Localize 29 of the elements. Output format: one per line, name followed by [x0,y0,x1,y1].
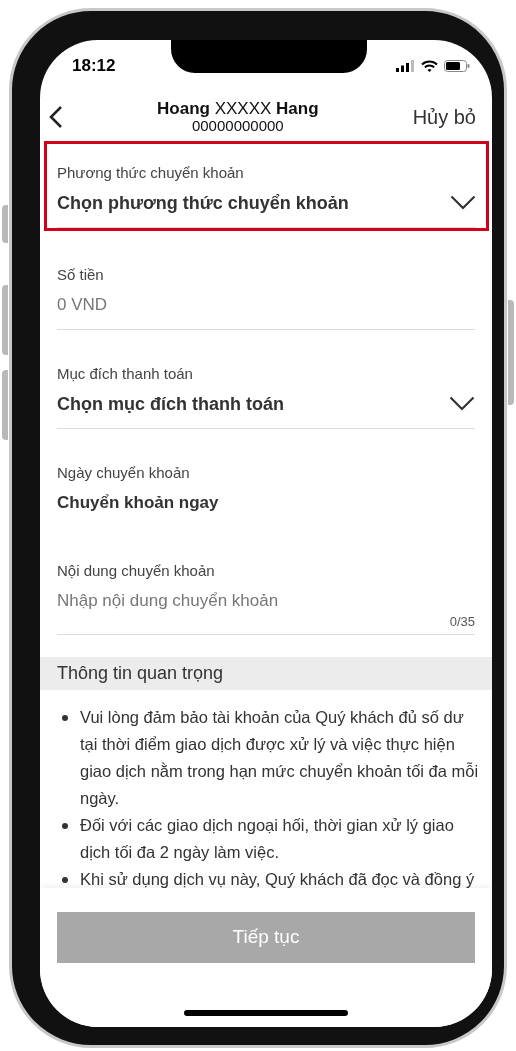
field-label: Nội dung chuyển khoản [57,562,216,580]
select-value[interactable]: Chọn phương thức chuyển khoản [57,191,349,215]
status-time: 18:12 [72,55,116,78]
cancel-button[interactable]: Hủy bỏ [412,101,476,132]
dropdown-chevron-icon [449,396,475,412]
battery-icon [444,60,470,72]
info-text: Khi sử dụng dịch vụ này, Quý khách đã đọc và đồng ý [80,869,475,888]
bullet-icon [62,823,68,829]
back-icon[interactable] [49,104,63,129]
wifi-icon [421,60,438,72]
info-text: Đối với các giao dịch ngoại hối, thời gian xử lý giao dịch tối đa 2 ngày làm việc. [80,815,455,863]
account-number: 00000000000 [191,118,284,134]
dropdown-chevron-icon [450,195,476,211]
recipient-name: Hoang XXXXX Hang [157,99,319,118]
message-field[interactable]: Nhập nội dung chuyển khoản [57,589,475,613]
bullet-icon [62,715,68,721]
field-label: Số tiền [57,266,105,284]
signal-icon [396,60,415,72]
section-title: Thông tin quan trọng [57,662,224,685]
continue-button: Tiếp tục [57,912,475,963]
info-text: Vui lòng đảm bảo tài khoản của Quý khách đủ số dư tại thời điểm giao dịch được xử lý và việc thực hiện giao dịch nằm trong hạn mức chuyển khoản tối đa mỗi ngày. [80,707,480,809]
field-label: Phương thức chuyển khoản [57,164,245,182]
select-value[interactable]: Chọn mục đích thanh toán [57,392,284,416]
bullet-icon [62,877,68,883]
character-counter: 0/35 [449,614,475,631]
field-value: Chuyển khoản ngay [57,493,219,512]
amount-field[interactable]: 0 VND [57,293,475,330]
field-label: Ngày chuyển khoản [57,464,191,482]
field-label: Mục đích thanh toán [57,365,194,383]
